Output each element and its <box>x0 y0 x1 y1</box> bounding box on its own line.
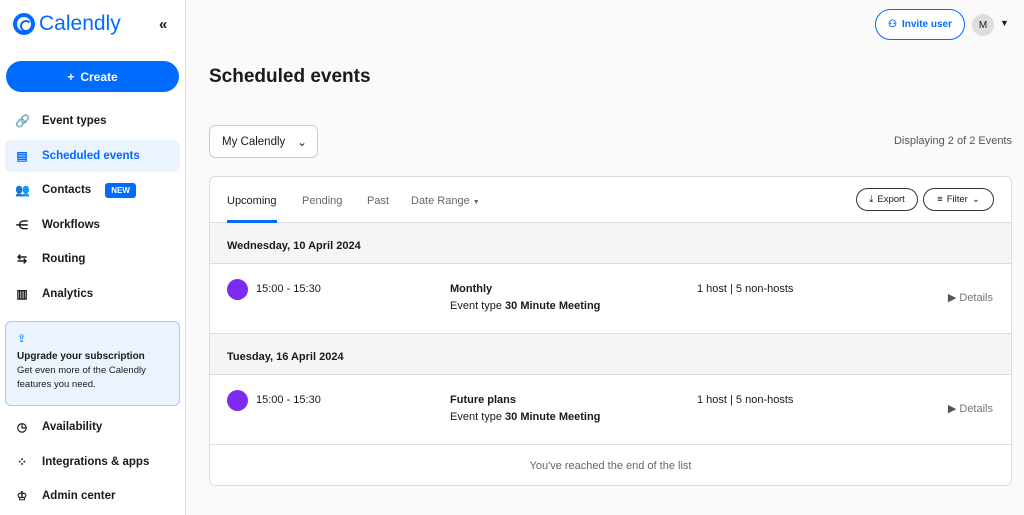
event-type-label: Event type <box>450 411 502 423</box>
filter-label: Filter <box>946 194 968 205</box>
export-icon: ⤓ <box>869 194 874 205</box>
details-label: Details <box>959 403 993 415</box>
workflow-icon: ⋲ <box>16 218 28 232</box>
details-link[interactable]: ▶ Details <box>948 402 993 415</box>
event-type: Event type 30 Minute Meeting <box>450 300 600 312</box>
events-card: Upcoming Pending Past Date Range ▼ ⤓ Expo… <box>209 176 1012 486</box>
sidebar-item-event-types[interactable]: 🔗 Event types <box>5 105 180 137</box>
plus-icon: + <box>67 69 75 84</box>
sidebar-item-integrations[interactable]: ⁘ Integrations & apps <box>5 446 180 478</box>
nav-label: Contacts <box>42 184 92 196</box>
analytics-icon: ▥ <box>16 287 28 301</box>
upgrade-card[interactable]: ⇪ Upgrade your subscription Get even more … <box>5 321 180 406</box>
invite-label: Invite user <box>901 19 952 30</box>
event-type-value: 30 Minute Meeting <box>505 300 601 312</box>
filter-button[interactable]: ≡ Filter ⌄ <box>923 188 994 211</box>
event-type: Event type 30 Minute Meeting <box>450 411 600 423</box>
tab-past[interactable]: Past <box>367 195 389 207</box>
nav-label: Admin center <box>42 490 116 502</box>
sidebar-item-routing[interactable]: ⇆ Routing <box>5 243 180 275</box>
date-range-label: Date Range <box>411 195 470 207</box>
nav-label: Availability <box>42 421 103 433</box>
nav-label: Event types <box>42 115 107 127</box>
collapse-sidebar-icon[interactable]: « <box>159 16 167 33</box>
sidebar-item-admin-center[interactable]: ♔ Admin center <box>5 480 180 512</box>
tab-pending[interactable]: Pending <box>302 195 342 207</box>
caret-down-icon: ▼ <box>472 199 480 206</box>
upgrade-title: Upgrade your subscription <box>17 351 145 362</box>
event-type-label: Event type <box>450 300 502 312</box>
invite-user-button[interactable]: ⚇ Invite user <box>875 9 965 40</box>
event-title: Monthly <box>450 283 493 295</box>
nav-label: Integrations & apps <box>42 456 150 468</box>
contacts-icon: 👥 <box>15 183 30 197</box>
brand-name: Calendly <box>39 12 121 35</box>
nav-label: Workflows <box>42 219 100 231</box>
admin-icon: ♔ <box>16 489 28 503</box>
filter-icon: ≡ <box>937 194 943 205</box>
event-count: Displaying 2 of 2 Events <box>893 135 1012 147</box>
calendar-select[interactable]: My Calendly ⌄ <box>209 125 318 158</box>
event-title: Future plans <box>450 394 517 406</box>
nav-label: Routing <box>42 253 86 265</box>
avatar[interactable]: M <box>972 14 994 36</box>
event-color-dot <box>227 390 248 411</box>
tab-upcoming[interactable]: Upcoming <box>227 195 277 223</box>
routing-icon: ⇆ <box>16 252 28 266</box>
sidebar-item-analytics[interactable]: ▥ Analytics <box>5 278 180 310</box>
event-row[interactable]: 15:00 - 15:30 Future plans Event type 30… <box>210 375 1011 445</box>
details-link[interactable]: ▶ Details <box>948 291 993 304</box>
tabs: Upcoming Pending Past Date Range ▼ ⤓ Expo… <box>210 177 1011 223</box>
day-header: Tuesday, 16 April 2024 <box>210 334 1011 375</box>
triangle-right-icon: ▶ <box>947 403 957 415</box>
event-color-dot <box>227 279 248 300</box>
link-icon: 🔗 <box>15 114 30 128</box>
day-header: Wednesday, 10 April 2024 <box>210 223 1011 264</box>
event-time: 15:00 - 15:30 <box>256 394 321 406</box>
clock-icon: ◷ <box>16 420 28 434</box>
end-of-list-text: You've reached the end of the list <box>529 460 692 472</box>
event-hosts: 1 host | 5 non-hosts <box>697 394 794 406</box>
sidebar-item-availability[interactable]: ◷ Availability <box>5 411 180 443</box>
details-label: Details <box>959 292 993 304</box>
new-badge: NEW <box>105 182 136 198</box>
sidebar: Calendly « + Create 🔗 Event types ▤ Schedul… <box>0 0 186 515</box>
apps-icon: ⁘ <box>16 455 28 469</box>
chevron-down-icon: ⌄ <box>971 194 980 205</box>
create-label: Create <box>80 69 118 84</box>
upgrade-icon: ⇪ <box>17 333 27 345</box>
create-button[interactable]: + Create <box>6 61 179 92</box>
select-value: My Calendly <box>222 135 286 148</box>
event-type-value: 30 Minute Meeting <box>505 411 601 423</box>
triangle-right-icon: ▶ <box>947 292 957 304</box>
page-title: Scheduled events <box>209 66 371 87</box>
event-time: 15:00 - 15:30 <box>256 283 321 295</box>
calendar-icon: ▤ <box>16 149 28 163</box>
event-row[interactable]: 15:00 - 15:30 Monthly Event type 30 Minu… <box>210 264 1011 334</box>
export-button[interactable]: ⤓ Export <box>856 188 918 211</box>
add-user-icon: ⚇ <box>888 19 897 30</box>
nav-label: Scheduled events <box>42 150 140 162</box>
account-menu-caret-icon[interactable]: ▼ <box>1000 18 1009 28</box>
chevron-down-icon: ⌄ <box>297 136 307 149</box>
sidebar-item-contacts[interactable]: 👥 Contacts NEW <box>5 174 180 206</box>
tab-date-range[interactable]: Date Range ▼ <box>411 195 480 207</box>
sidebar-item-workflows[interactable]: ⋲ Workflows <box>5 209 180 241</box>
nav-label: Analytics <box>42 288 94 300</box>
calendly-logo-icon <box>13 13 35 35</box>
event-hosts: 1 host | 5 non-hosts <box>697 283 794 295</box>
calendly-logo[interactable]: Calendly <box>13 12 121 36</box>
upgrade-text: Get even more of the Calendly features y… <box>17 365 146 390</box>
export-label: Export <box>877 194 905 205</box>
sidebar-item-scheduled-events[interactable]: ▤ Scheduled events <box>5 140 180 172</box>
